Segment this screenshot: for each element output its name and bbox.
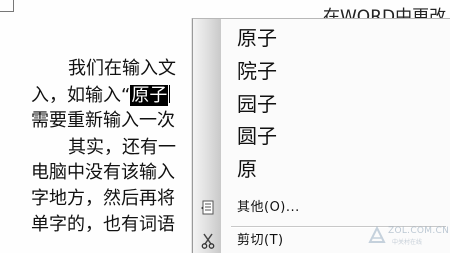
zol-logo-icon bbox=[368, 226, 386, 243]
other-candidates-item[interactable]: 其他(O)... bbox=[221, 197, 450, 219]
candidate-item-4[interactable]: 圆子 bbox=[221, 121, 450, 151]
doc-line-5: 电脑中没有该输入 bbox=[31, 162, 175, 183]
candidate-item-2[interactable]: 院子 bbox=[221, 56, 450, 86]
watermark-text: ZOL.COM.CN bbox=[388, 226, 450, 236]
doc-line-4: 其实，还有一 bbox=[68, 137, 176, 158]
zol-watermark: ZOL.COM.CN 中关村在线 bbox=[368, 224, 450, 248]
doc-line-2: 入，如输入“原子 bbox=[31, 85, 171, 107]
watermark-subtext: 中关村在线 bbox=[392, 239, 423, 246]
doc-line-2-text: 入，如输入“ bbox=[31, 85, 131, 106]
doc-line-3: 需要重新输入一次 bbox=[31, 110, 175, 131]
menu-icon-gutter bbox=[193, 19, 221, 253]
text-cursor bbox=[169, 85, 171, 103]
candidate-item-5[interactable]: 原 bbox=[221, 154, 450, 184]
doc-line-6: 字地方，然后再将 bbox=[31, 188, 175, 209]
scissors-icon bbox=[201, 233, 215, 249]
candidate-item-1[interactable]: 原子 bbox=[221, 23, 450, 53]
context-menu: 原子 院子 园子 圆子 原 其他(O)... 剪切(T) bbox=[192, 18, 450, 253]
doc-line-7: 单字的，也有词语 bbox=[31, 214, 175, 235]
doc-line-1: 我们在输入文 bbox=[68, 58, 176, 79]
selected-text[interactable]: 原子 bbox=[130, 85, 169, 106]
candidate-item-3[interactable]: 园子 bbox=[221, 89, 450, 119]
page-corner-mark bbox=[0, 0, 14, 12]
word-document-page: 在WORD中更改 我们在输入文 入，如输入“原子 需要重新输入一次 其实，还有一… bbox=[0, 0, 450, 253]
document-list-icon bbox=[201, 200, 215, 216]
